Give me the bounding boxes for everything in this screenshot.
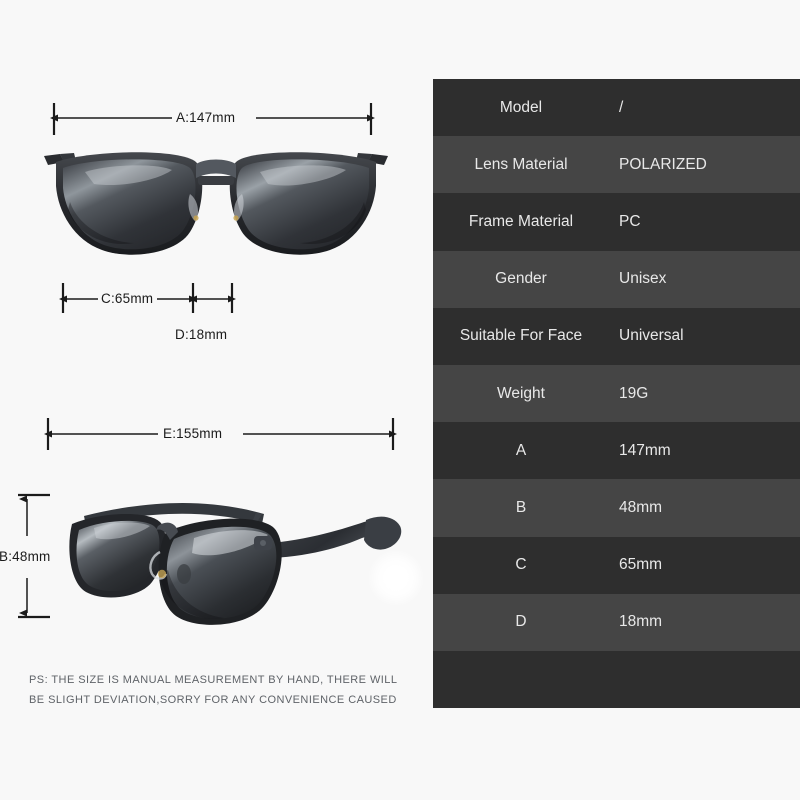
spec-value: 48mm	[619, 498, 663, 516]
spec-value: PC	[619, 212, 641, 230]
spec-key: Model	[499, 98, 543, 116]
spec-key: D	[515, 613, 527, 631]
disclaimer-line-1: PS: THE SIZE IS MANUAL MEASUREMENT BY HA…	[29, 674, 398, 686]
table-row: Weight 19G	[433, 364, 800, 423]
spec-value: 19G	[619, 384, 649, 402]
spec-key: Suitable For Face	[459, 327, 583, 345]
specification-table: Model / Lens Material POLARIZED Frame Ma…	[433, 79, 800, 709]
spec-value: POLARIZED	[619, 155, 707, 173]
table-row: D 18mm	[433, 593, 800, 651]
spec-value: 65mm	[619, 556, 663, 574]
spec-key: Gender	[495, 270, 547, 288]
disclaimer-line-2: BE SLIGHT DEVIATION,SORRY FOR ANY CONVEN…	[29, 694, 397, 706]
spec-value: Unisex	[619, 270, 667, 288]
measurement-disclaimer: PS: THE SIZE IS MANUAL MEASUREMENT BY HA…	[29, 670, 419, 710]
spec-value: Universal	[619, 327, 684, 345]
table-row: A 147mm	[433, 422, 800, 480]
spec-key: B	[515, 498, 527, 516]
product-spec-page: A:147mm C:65mm D:18mm E:155mm B:48mm PS:…	[0, 0, 800, 800]
table-row: Suitable For Face Universal	[433, 307, 800, 365]
spec-value: 147mm	[619, 441, 671, 459]
dimension-label-d: D:18mm	[175, 327, 228, 342]
spec-key: Lens Material	[474, 155, 568, 173]
dimension-label-a: A:147mm	[176, 110, 236, 125]
dimension-label-e: E:155mm	[163, 426, 223, 441]
dimension-label-b: B:48mm	[0, 549, 51, 564]
product-image-panel: A:147mm C:65mm D:18mm E:155mm B:48mm PS:…	[0, 0, 430, 800]
spec-key: A	[515, 441, 527, 459]
table-row: Lens Material POLARIZED	[433, 136, 800, 194]
table-row	[433, 650, 800, 709]
spec-key: Weight	[497, 384, 545, 402]
spec-key: C	[515, 556, 527, 574]
sunglasses-angled-view-image	[69, 502, 402, 625]
dimension-label-c: C:65mm	[101, 291, 154, 306]
highlight-glow	[368, 550, 424, 606]
table-row: Model /	[433, 79, 800, 137]
sunglasses-front-view-image	[44, 152, 388, 255]
table-row: Gender Unisex	[433, 250, 800, 308]
table-row: Frame Material PC	[433, 193, 800, 251]
spec-value: 18mm	[619, 613, 663, 631]
table-row: C 65mm	[433, 536, 800, 594]
spec-key: Frame Material	[468, 212, 574, 230]
spec-value: /	[619, 98, 624, 116]
table-row: B 48mm	[433, 479, 800, 537]
